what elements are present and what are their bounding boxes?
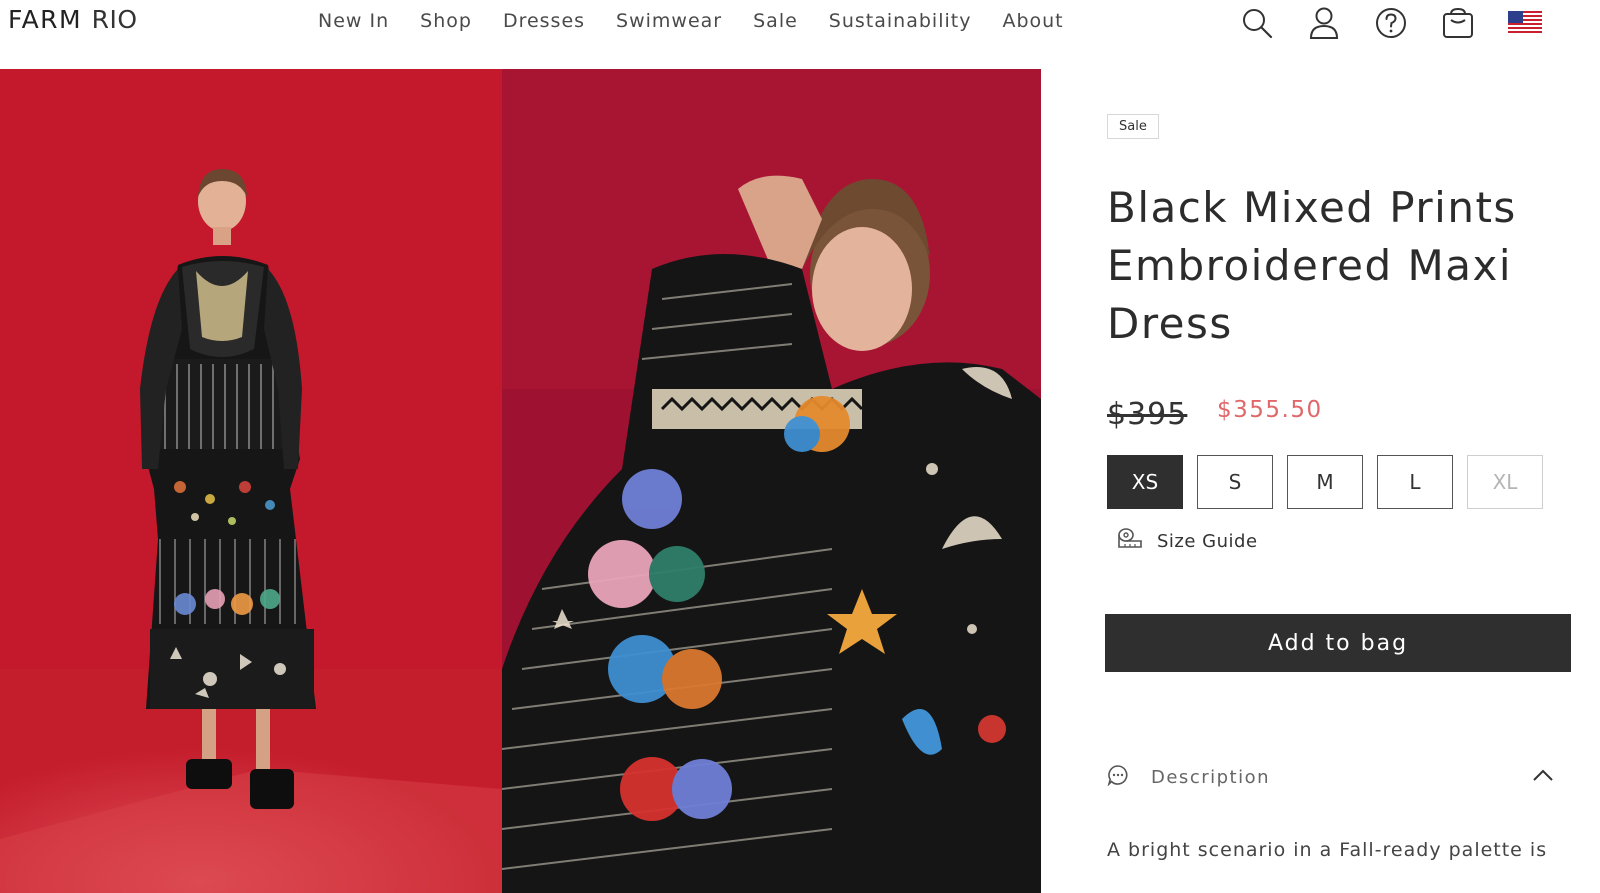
nav-item-dresses[interactable]: Dresses: [503, 10, 585, 32]
size-option-m[interactable]: M: [1287, 455, 1363, 509]
product-image-closeup[interactable]: [502, 69, 1041, 893]
bag-icon[interactable]: [1441, 6, 1475, 40]
description-accordion-header[interactable]: Description: [1107, 759, 1554, 795]
help-icon[interactable]: [1374, 6, 1408, 40]
size-option-s[interactable]: S: [1197, 455, 1273, 509]
nav-item-about[interactable]: About: [1002, 10, 1063, 32]
nav-item-sustainability[interactable]: Sustainability: [829, 10, 972, 32]
site-header: FARM RIO New In Shop Dresses Swimwear Sa…: [0, 0, 1600, 46]
chat-bubble-icon: [1107, 764, 1129, 790]
brand-logo[interactable]: FARM RIO: [8, 5, 138, 34]
nav-item-sale[interactable]: Sale: [753, 10, 798, 32]
sale-badge: Sale: [1107, 114, 1159, 139]
product-image-full-length[interactable]: [0, 69, 502, 893]
account-icon[interactable]: [1307, 6, 1341, 40]
logo-part2: RIO: [91, 5, 138, 34]
size-selector: XS S M L XL: [1107, 455, 1557, 509]
header-icons: [1240, 6, 1542, 40]
size-option-l[interactable]: L: [1377, 455, 1453, 509]
size-guide-label: Size Guide: [1157, 531, 1258, 552]
nav-item-swimwear[interactable]: Swimwear: [616, 10, 722, 32]
chevron-up-icon[interactable]: [1532, 767, 1554, 786]
sale-price: $355.50: [1217, 397, 1323, 423]
size-guide-link[interactable]: Size Guide: [1117, 527, 1258, 556]
product-title: Black Mixed Prints Embroidered Maxi Dres…: [1107, 183, 1517, 348]
description-text: A bright scenario in a Fall-ready palett…: [1107, 839, 1548, 861]
description-label: Description: [1151, 766, 1271, 788]
size-option-xl[interactable]: XL: [1467, 455, 1543, 509]
us-flag-icon[interactable]: [1508, 6, 1542, 40]
measuring-tape-icon: [1117, 527, 1143, 556]
add-to-bag-button[interactable]: Add to bag: [1105, 614, 1571, 672]
original-price: $395: [1107, 397, 1188, 432]
nav-item-new-in[interactable]: New In: [318, 10, 389, 32]
product-info-panel: Sale Black Mixed Prints Embroidered Maxi…: [1041, 69, 1600, 893]
search-icon[interactable]: [1240, 6, 1274, 40]
size-option-xs[interactable]: XS: [1107, 455, 1183, 509]
nav-item-shop[interactable]: Shop: [420, 10, 472, 32]
main-nav: New In Shop Dresses Swimwear Sale Sustai…: [318, 10, 1095, 32]
logo-part1: FARM: [8, 5, 83, 34]
